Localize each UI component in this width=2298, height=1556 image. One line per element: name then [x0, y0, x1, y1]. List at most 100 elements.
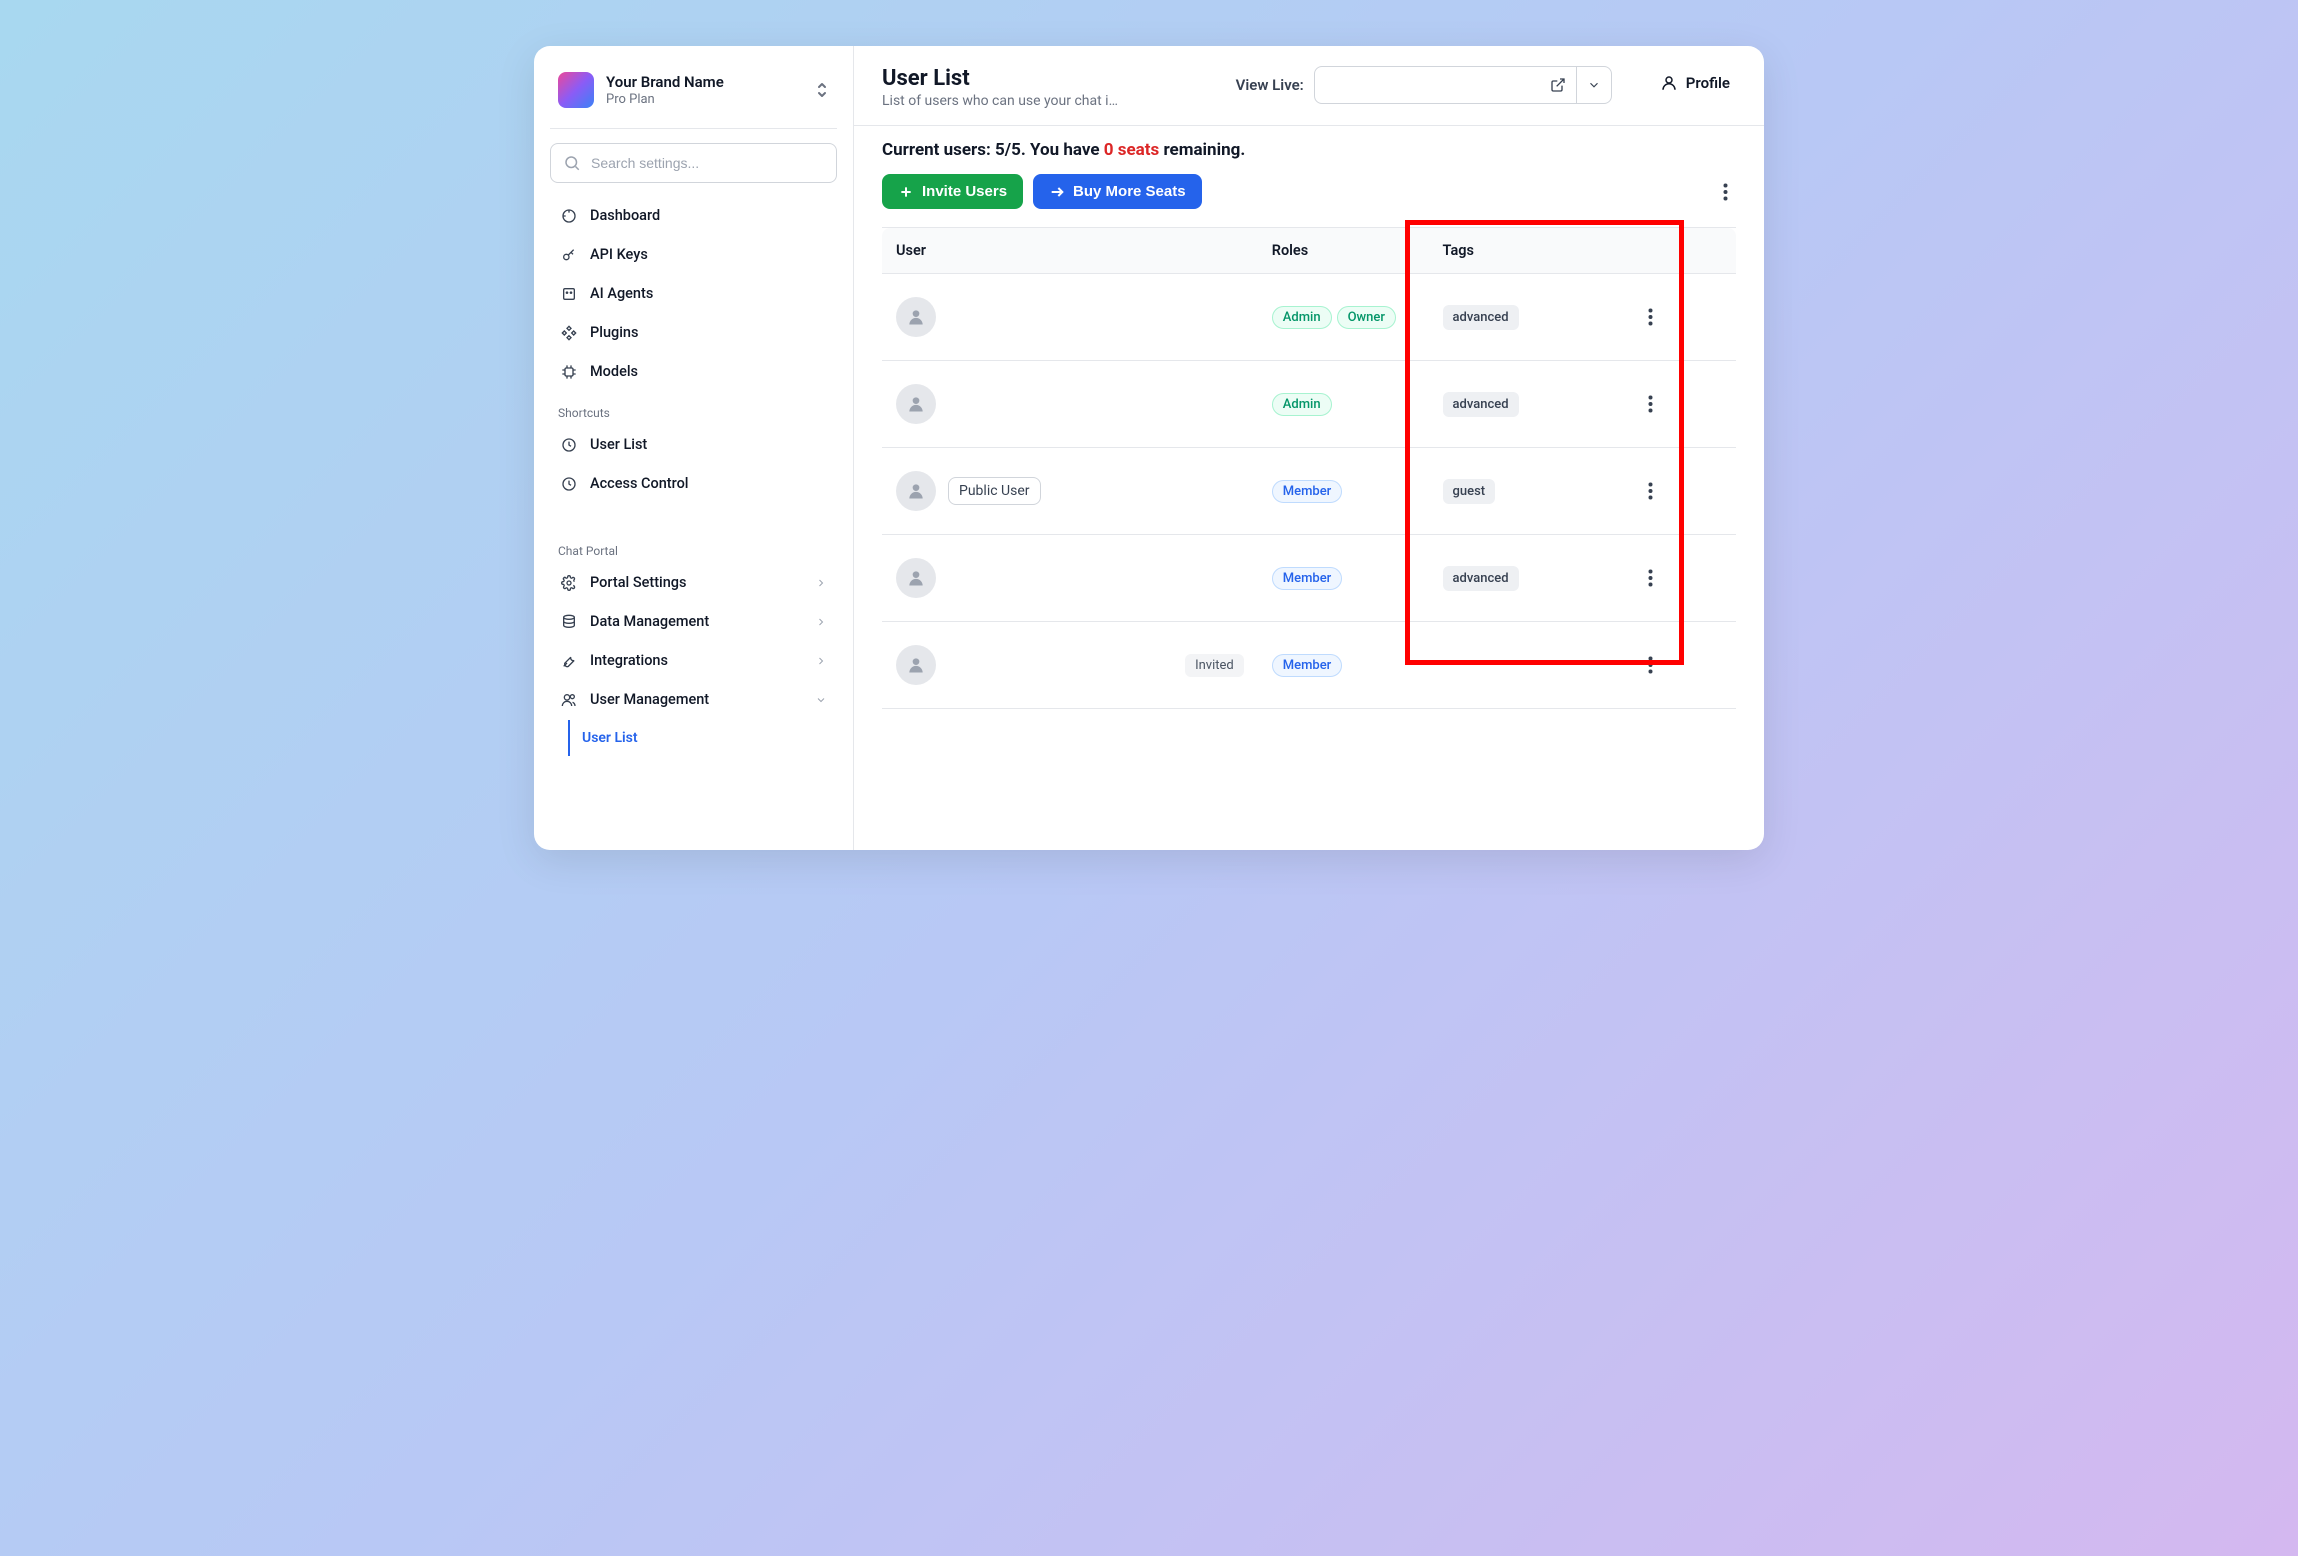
table-header-row: User Roles Tags — [882, 228, 1736, 274]
dashboard-icon — [560, 208, 578, 224]
roles-cell: Member — [1258, 535, 1429, 622]
col-user-header: User — [882, 228, 1258, 274]
nav-label: Portal Settings — [590, 574, 686, 591]
status-badge: Invited — [1185, 654, 1244, 677]
role-pill: Member — [1272, 654, 1343, 677]
invite-label: Invite Users — [922, 183, 1007, 200]
divider — [550, 128, 837, 129]
external-link-icon[interactable] — [1540, 67, 1576, 103]
avatar — [896, 645, 936, 685]
buy-seats-button[interactable]: Buy More Seats — [1033, 174, 1202, 209]
row-more-menu[interactable] — [1648, 636, 1723, 694]
nav-plugins[interactable]: Plugins — [550, 314, 837, 351]
nav-label: User Management — [590, 691, 709, 708]
chevron-right-icon — [815, 616, 827, 628]
tag-pill: guest — [1443, 479, 1496, 504]
brand-text: Your Brand Name Pro Plan — [606, 73, 803, 107]
avatar — [896, 471, 936, 511]
banner-more-menu[interactable] — [1715, 177, 1736, 207]
roles-cell: Member — [1258, 622, 1429, 709]
avatar — [896, 558, 936, 598]
profile-label: Profile — [1686, 74, 1730, 92]
main-content: User List List of users who can use your… — [854, 46, 1764, 850]
agent-icon — [560, 286, 578, 302]
user-cell — [882, 535, 1258, 622]
nav-dashboard[interactable]: Dashboard — [550, 197, 837, 234]
plus-icon — [898, 184, 914, 200]
row-actions-cell — [1634, 274, 1737, 361]
table-wrap: User Roles Tags AdminOwneradvancedAdmina… — [854, 209, 1764, 737]
roles-cell: Member — [1258, 448, 1429, 535]
user-cell: Invited — [882, 622, 1258, 709]
plugin-icon — [560, 325, 578, 341]
search-icon — [563, 154, 581, 172]
nav-label: AI Agents — [590, 285, 653, 302]
invite-users-button[interactable]: Invite Users — [882, 174, 1023, 209]
roles-cell: AdminOwner — [1258, 274, 1429, 361]
chevron-down-icon — [815, 694, 827, 706]
table-row: Invited Member — [882, 622, 1736, 709]
brand-switcher[interactable]: Your Brand Name Pro Plan — [550, 66, 837, 114]
row-actions-cell — [1634, 448, 1737, 535]
nav-integrations[interactable]: Integrations — [550, 642, 837, 679]
seats-middle: . You have — [1021, 140, 1104, 160]
user-cell: Public User — [882, 448, 1258, 535]
nav-user-management[interactable]: User Management — [550, 681, 837, 718]
row-more-menu[interactable] — [1648, 462, 1723, 520]
seats-count: 5/5 — [995, 140, 1021, 160]
nav-label: API Keys — [590, 246, 648, 263]
key-icon — [560, 247, 578, 263]
chevron-right-icon — [815, 577, 827, 589]
users-icon — [560, 692, 578, 708]
nav-label: Access Control — [590, 475, 689, 492]
tags-cell: advanced — [1429, 274, 1634, 361]
row-more-menu[interactable] — [1648, 549, 1723, 607]
brand-plan: Pro Plan — [606, 92, 803, 107]
tags-cell: advanced — [1429, 361, 1634, 448]
brand-logo-icon — [558, 72, 594, 108]
role-pill: Admin — [1272, 393, 1332, 416]
role-pill: Member — [1272, 480, 1343, 503]
table-row: AdminOwneradvanced — [882, 274, 1736, 361]
tags-cell: advanced — [1429, 535, 1634, 622]
nav-main: Dashboard API Keys AI Agents Plugins — [550, 197, 837, 390]
nav-ai-agents[interactable]: AI Agents — [550, 275, 837, 312]
database-icon — [560, 614, 578, 630]
nav-data-management[interactable]: Data Management — [550, 603, 837, 640]
search-input-wrapper[interactable] — [550, 143, 837, 183]
portal-label: Chat Portal — [550, 528, 837, 564]
subnav-user-list[interactable]: User List — [568, 720, 837, 756]
row-actions-cell — [1634, 535, 1737, 622]
subnav-user-management: User List — [568, 720, 837, 756]
page-subtitle: List of users who can use your chat i… — [882, 93, 1118, 109]
role-pill: Admin — [1272, 306, 1332, 329]
row-more-menu[interactable] — [1648, 375, 1723, 433]
header-title-block: User List List of users who can use your… — [882, 66, 1118, 109]
buy-label: Buy More Seats — [1073, 183, 1186, 200]
nav-access-control[interactable]: Access Control — [550, 465, 837, 502]
nav-api-keys[interactable]: API Keys — [550, 236, 837, 273]
chevron-right-icon — [815, 655, 827, 667]
header: User List List of users who can use your… — [854, 46, 1764, 126]
nav-user-list[interactable]: User List — [550, 426, 837, 463]
table-row: Public User Member guest — [882, 448, 1736, 535]
gear-icon — [560, 575, 578, 591]
view-live: View Live: — [1236, 66, 1612, 104]
banner-area: Current users: 5/5. You have 0 seats rem… — [854, 126, 1764, 209]
arrow-right-icon — [1049, 184, 1065, 200]
nav-models[interactable]: Models — [550, 353, 837, 390]
view-live-label: View Live: — [1236, 76, 1304, 94]
view-live-dropdown[interactable] — [1576, 67, 1611, 103]
user-name-chip: Public User — [948, 477, 1041, 505]
search-input[interactable] — [591, 155, 824, 171]
nav-label: User List — [590, 436, 647, 453]
col-actions-header — [1634, 228, 1737, 274]
chevron-up-down-icon — [815, 81, 829, 99]
profile-button[interactable]: Profile — [1654, 66, 1736, 100]
nav-portal-settings[interactable]: Portal Settings — [550, 564, 837, 601]
page-title: User List — [882, 66, 1118, 91]
row-more-menu[interactable] — [1648, 288, 1723, 346]
seats-prefix: Current users: — [882, 140, 995, 160]
shortcuts-label: Shortcuts — [550, 390, 837, 426]
action-row: Invite Users Buy More Seats — [882, 174, 1736, 209]
